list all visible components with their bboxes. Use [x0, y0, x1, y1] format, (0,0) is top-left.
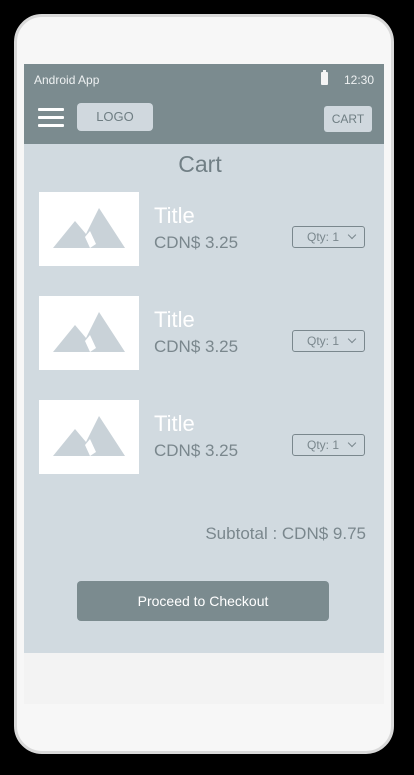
cart-item: Title CDN$ 3.25 Qty: 1 — [39, 400, 369, 474]
hamburger-menu-icon[interactable] — [38, 108, 64, 128]
item-title: Title — [154, 307, 195, 332]
checkout-button[interactable]: Proceed to Checkout — [77, 581, 329, 621]
status-bar: Android App 12:30 — [24, 64, 384, 94]
quantity-label: Qty: 1 — [307, 334, 340, 348]
status-time: 12:30 — [344, 73, 375, 87]
image-placeholder-icon — [39, 400, 139, 474]
chevron-down-icon — [347, 438, 357, 448]
quantity-select[interactable]: Qty: 1 — [292, 434, 365, 456]
chevron-down-icon — [347, 334, 357, 344]
quantity-label: Qty: 1 — [307, 438, 340, 452]
logo: LOGO — [77, 103, 153, 131]
app-screen: Android App 12:30 LOGO CART Cart Title C… — [24, 64, 384, 704]
quantity-label: Qty: 1 — [307, 230, 340, 244]
chevron-down-icon — [347, 230, 357, 240]
cart-button[interactable]: CART — [324, 106, 372, 132]
cart-item: Title CDN$ 3.25 Qty: 1 — [39, 296, 369, 370]
quantity-select[interactable]: Qty: 1 — [292, 330, 365, 352]
item-price: CDN$ 3.25 — [154, 441, 239, 460]
item-price: CDN$ 3.25 — [154, 337, 239, 356]
quantity-select[interactable]: Qty: 1 — [292, 226, 365, 248]
cart-content: Cart Title CDN$ 3.25 Qty: 1 Title CDN$ 3… — [24, 144, 384, 653]
app-bar: LOGO CART — [24, 94, 384, 144]
cart-item: Title CDN$ 3.25 Qty: 1 — [39, 192, 369, 266]
page-title: Cart — [178, 151, 222, 177]
image-placeholder-icon — [39, 192, 139, 266]
item-price: CDN$ 3.25 — [154, 233, 239, 252]
item-title: Title — [154, 411, 195, 436]
subtotal: Subtotal : CDN$ 9.75 — [205, 524, 366, 543]
image-placeholder-icon — [39, 296, 139, 370]
bottom-area — [24, 653, 384, 704]
item-title: Title — [154, 203, 195, 228]
status-app-name: Android App — [34, 73, 100, 87]
battery-icon — [321, 70, 328, 85]
